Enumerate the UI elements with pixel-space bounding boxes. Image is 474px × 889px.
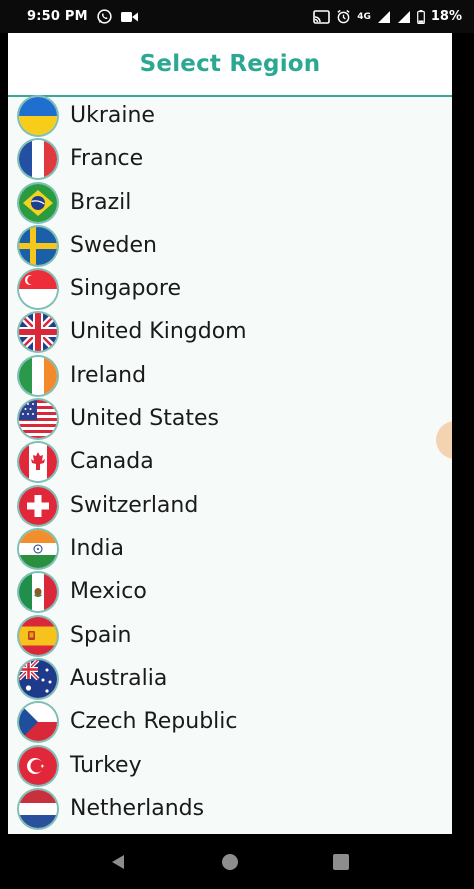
brazil-flag-icon bbox=[19, 183, 57, 222]
region-item-united-states[interactable]: United States bbox=[8, 397, 452, 440]
region-item-sweden[interactable]: Sweden bbox=[8, 224, 452, 267]
region-item-ukraine[interactable]: Ukraine bbox=[8, 94, 452, 137]
cast-icon bbox=[313, 9, 331, 24]
region-label: Mexico bbox=[70, 579, 147, 604]
united-kingdom-flag-icon bbox=[19, 312, 57, 351]
region-label: Spain bbox=[70, 623, 132, 648]
region-label: United States bbox=[70, 406, 219, 431]
united-states-flag-icon bbox=[19, 399, 57, 438]
region-item-switzerland[interactable]: Switzerland bbox=[8, 484, 452, 527]
netherlands-flag-icon bbox=[19, 789, 57, 828]
region-item-spain[interactable]: Spain bbox=[8, 614, 452, 657]
spain-flag-icon bbox=[19, 616, 57, 655]
back-triangle-icon bbox=[112, 855, 124, 869]
turkey-flag-icon bbox=[19, 746, 57, 785]
status-bar: 9:50 PM 4G 18% bbox=[0, 0, 474, 33]
region-label: Ireland bbox=[70, 363, 147, 388]
singapore-flag-icon bbox=[19, 269, 57, 308]
region-item-ireland[interactable]: Ireland bbox=[8, 354, 452, 397]
region-item-united-kingdom[interactable]: United Kingdom bbox=[8, 310, 452, 353]
battery-icon bbox=[416, 9, 425, 24]
signal-strength-icon bbox=[377, 10, 391, 24]
australia-flag-icon bbox=[19, 659, 57, 698]
region-label: Canada bbox=[70, 449, 154, 474]
network-type-label: 4G bbox=[357, 12, 371, 22]
select-region-screen: Select Region Ukraine France Brazil Swed… bbox=[8, 33, 452, 834]
navigation-bar bbox=[0, 834, 474, 889]
region-label: Czech Republic bbox=[70, 709, 238, 734]
region-label: France bbox=[70, 146, 144, 171]
india-flag-icon bbox=[19, 529, 57, 568]
region-label: Ukraine bbox=[70, 103, 155, 128]
region-item-czech-republic[interactable]: Czech Republic bbox=[8, 700, 452, 743]
region-item-turkey[interactable]: Turkey bbox=[8, 744, 452, 787]
home-button[interactable] bbox=[216, 848, 244, 876]
region-item-brazil[interactable]: Brazil bbox=[8, 181, 452, 224]
region-label: Sweden bbox=[70, 233, 157, 258]
region-label: Brazil bbox=[70, 190, 132, 215]
page-title: Select Region bbox=[139, 51, 321, 77]
recents-button[interactable] bbox=[327, 848, 355, 876]
czech-republic-flag-icon bbox=[19, 702, 57, 741]
ireland-flag-icon bbox=[19, 356, 57, 395]
mexico-flag-icon bbox=[19, 572, 57, 611]
recents-square-icon bbox=[333, 854, 349, 870]
region-item-mexico[interactable]: Mexico bbox=[8, 570, 452, 613]
ukraine-flag-icon bbox=[19, 96, 57, 135]
app-header: Select Region bbox=[8, 33, 452, 97]
sweden-flag-icon bbox=[19, 226, 57, 265]
signal-strength-secondary-icon bbox=[397, 10, 411, 24]
region-label: India bbox=[70, 536, 124, 561]
battery-percentage: 18% bbox=[430, 9, 462, 24]
status-bar-left: 9:50 PM bbox=[27, 0, 138, 33]
network-type-text: 4G bbox=[357, 11, 371, 22]
region-label: Singapore bbox=[70, 276, 181, 301]
home-circle-icon bbox=[222, 854, 238, 870]
region-item-netherlands[interactable]: Netherlands bbox=[8, 787, 452, 830]
status-time: 9:50 PM bbox=[27, 9, 88, 24]
region-item-singapore[interactable]: Singapore bbox=[8, 267, 452, 310]
france-flag-icon bbox=[19, 139, 57, 178]
phone-screen: 9:50 PM 4G 18% Select Region Ukraine Fra… bbox=[0, 0, 474, 889]
canada-flag-icon bbox=[19, 442, 57, 481]
region-item-france[interactable]: France bbox=[8, 137, 452, 180]
region-item-australia[interactable]: Australia bbox=[8, 657, 452, 700]
region-item-india[interactable]: India bbox=[8, 527, 452, 570]
region-label: Netherlands bbox=[70, 796, 205, 821]
region-item-canada[interactable]: Canada bbox=[8, 440, 452, 483]
whatsapp-icon bbox=[96, 8, 113, 25]
back-button[interactable] bbox=[104, 848, 132, 876]
status-bar-right: 4G 18% bbox=[313, 0, 462, 33]
region-label: Turkey bbox=[70, 753, 142, 778]
video-camera-icon bbox=[120, 11, 138, 23]
region-label: Switzerland bbox=[70, 493, 199, 518]
switzerland-flag-icon bbox=[19, 486, 57, 525]
region-label: United Kingdom bbox=[70, 319, 247, 344]
alarm-icon bbox=[336, 9, 351, 24]
region-label: Australia bbox=[70, 666, 168, 691]
